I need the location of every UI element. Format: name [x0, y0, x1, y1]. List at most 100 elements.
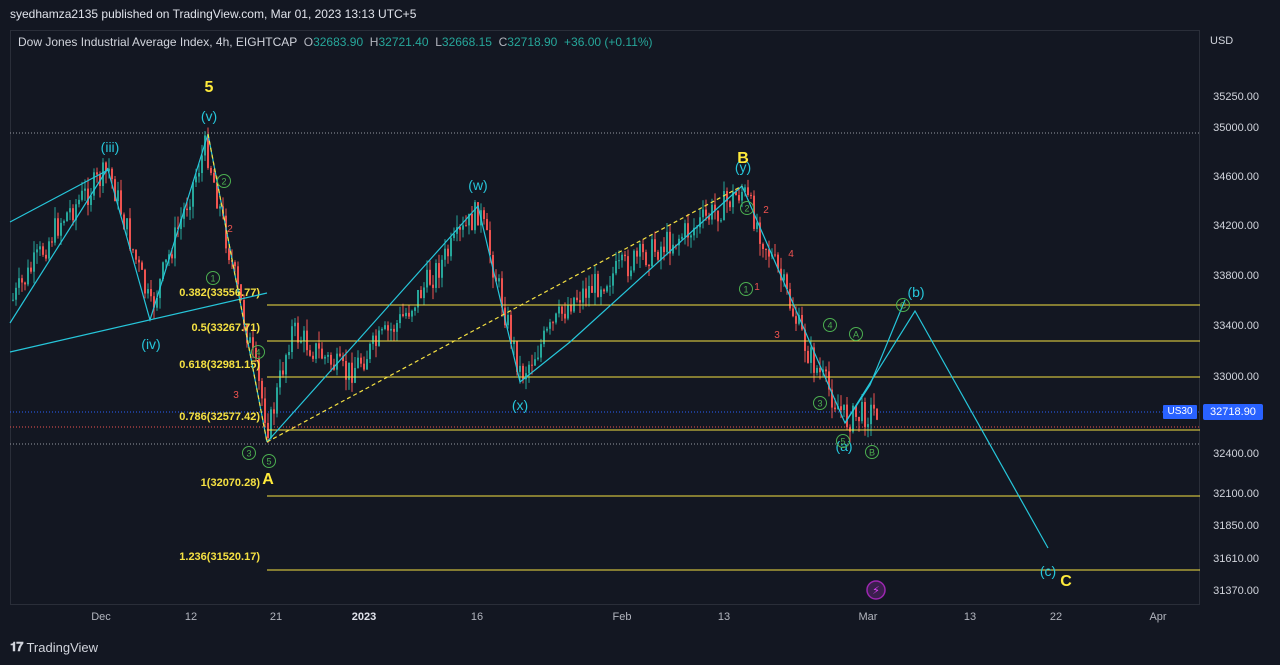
wave-channel-upper — [9, 167, 109, 324]
candle-body — [447, 248, 449, 257]
candle-body — [858, 416, 860, 422]
fib-level-label: 0.786(32577.42) — [179, 411, 260, 423]
candle-body — [834, 407, 836, 410]
candle-body — [729, 201, 731, 208]
candle-body — [555, 313, 557, 323]
circle-text: 3 — [246, 449, 251, 459]
candle-body — [72, 208, 74, 221]
circle-text: C — [900, 301, 907, 311]
candle-body — [186, 208, 188, 211]
lightning-glyph: ⚡ — [872, 585, 880, 597]
candle-body — [390, 328, 392, 331]
candle-body — [330, 354, 332, 365]
price-axis: 35250.00 35000.00 34600.00 34200.00 33800.00… — [1213, 91, 1259, 597]
candle-body — [234, 262, 236, 267]
candle-body — [384, 325, 386, 330]
candle-body — [327, 354, 329, 357]
candle-body — [372, 335, 374, 344]
candle-body — [36, 249, 38, 253]
candle-body — [279, 370, 281, 388]
candle-body — [48, 241, 50, 259]
candle-body — [198, 173, 200, 177]
intermediate-wave-label: (w) — [468, 177, 487, 193]
sub-wave-label: 2 — [763, 205, 769, 216]
candle-body — [666, 231, 668, 253]
candle-body — [60, 222, 62, 236]
candle-body — [825, 369, 827, 372]
candle-body — [519, 365, 521, 372]
fib-levels: 0.382(33556.77)0.5(33267.71)0.618(32981.… — [179, 287, 1200, 571]
candle-body — [297, 322, 299, 343]
candle-body — [651, 239, 653, 267]
candle-body — [864, 401, 866, 428]
candle-body — [483, 210, 485, 219]
candle-body — [615, 260, 617, 274]
time-tick-label: Mar — [859, 611, 878, 623]
circle-text: B — [869, 448, 875, 458]
change-value: +36.00 (+0.11%) — [564, 35, 653, 49]
candle-body — [138, 259, 140, 263]
candle-body — [876, 408, 878, 420]
candle-body — [171, 254, 173, 259]
candle-body — [438, 263, 440, 278]
circle-text: 2 — [744, 204, 749, 214]
candle-body — [213, 172, 215, 183]
candle-body — [528, 364, 530, 374]
candle-body — [411, 310, 413, 317]
footer-brand[interactable]: 𝟏𝟕 TradingView — [10, 639, 98, 655]
candle-body — [843, 404, 845, 411]
candle-body — [426, 269, 428, 288]
candle-body — [249, 337, 251, 343]
candle-body — [546, 328, 548, 331]
candle-body — [612, 273, 614, 286]
candle-body — [24, 282, 26, 285]
candle-body — [645, 252, 647, 266]
candle-body — [861, 401, 863, 422]
candle-body — [600, 289, 602, 297]
candle-body — [807, 350, 809, 363]
candle-body — [576, 297, 578, 301]
candle-body — [84, 188, 86, 191]
circled-wave-label: A — [849, 327, 863, 341]
candle-body — [624, 254, 626, 257]
price-tick-label: 33400.00 — [1213, 320, 1259, 332]
candle-body — [609, 285, 611, 287]
price-tick-label: 35250.00 — [1213, 91, 1259, 103]
close-value: 32718.90 — [507, 35, 558, 49]
candle-body — [252, 337, 254, 348]
lightning-icon: ⚡ — [866, 580, 886, 600]
candle-body — [717, 210, 719, 222]
chart-canvas[interactable]: 0.382(33556.77)0.5(33267.71)0.618(32981.… — [0, 0, 1280, 665]
candle-body — [144, 269, 146, 294]
candle-body — [69, 208, 71, 213]
candle-body — [318, 343, 320, 349]
candle-body — [537, 357, 539, 360]
candle-body — [339, 353, 341, 357]
candle-body — [120, 190, 122, 215]
price-tick-label: 34600.00 — [1213, 171, 1259, 183]
candle-body — [33, 252, 35, 272]
circled-wave-label: B — [865, 445, 879, 459]
candle-body — [237, 266, 239, 285]
candle-body — [846, 404, 848, 428]
candle-body — [141, 262, 143, 270]
candle-body — [591, 286, 593, 293]
candle-body — [261, 380, 263, 399]
candle-body — [165, 259, 167, 263]
candle-body — [63, 221, 65, 223]
candle-body — [444, 248, 446, 260]
candle-body — [195, 176, 197, 183]
time-tick-label: 22 — [1050, 611, 1062, 623]
candle-body — [42, 246, 44, 255]
time-tick-label: Feb — [613, 611, 632, 623]
wave-path-abc — [741, 185, 1049, 549]
intermediate-wave-label: (y) — [735, 159, 751, 175]
current-price-tag: 32718.90 — [1203, 404, 1263, 420]
candle-body — [273, 409, 275, 414]
candle-body — [27, 267, 29, 285]
price-tick-label: 31370.00 — [1213, 585, 1259, 597]
candle-body — [690, 235, 692, 238]
candle-body — [312, 355, 314, 359]
intermediate-wave-label: (iii) — [101, 139, 120, 155]
wave-path-b — [844, 299, 906, 424]
